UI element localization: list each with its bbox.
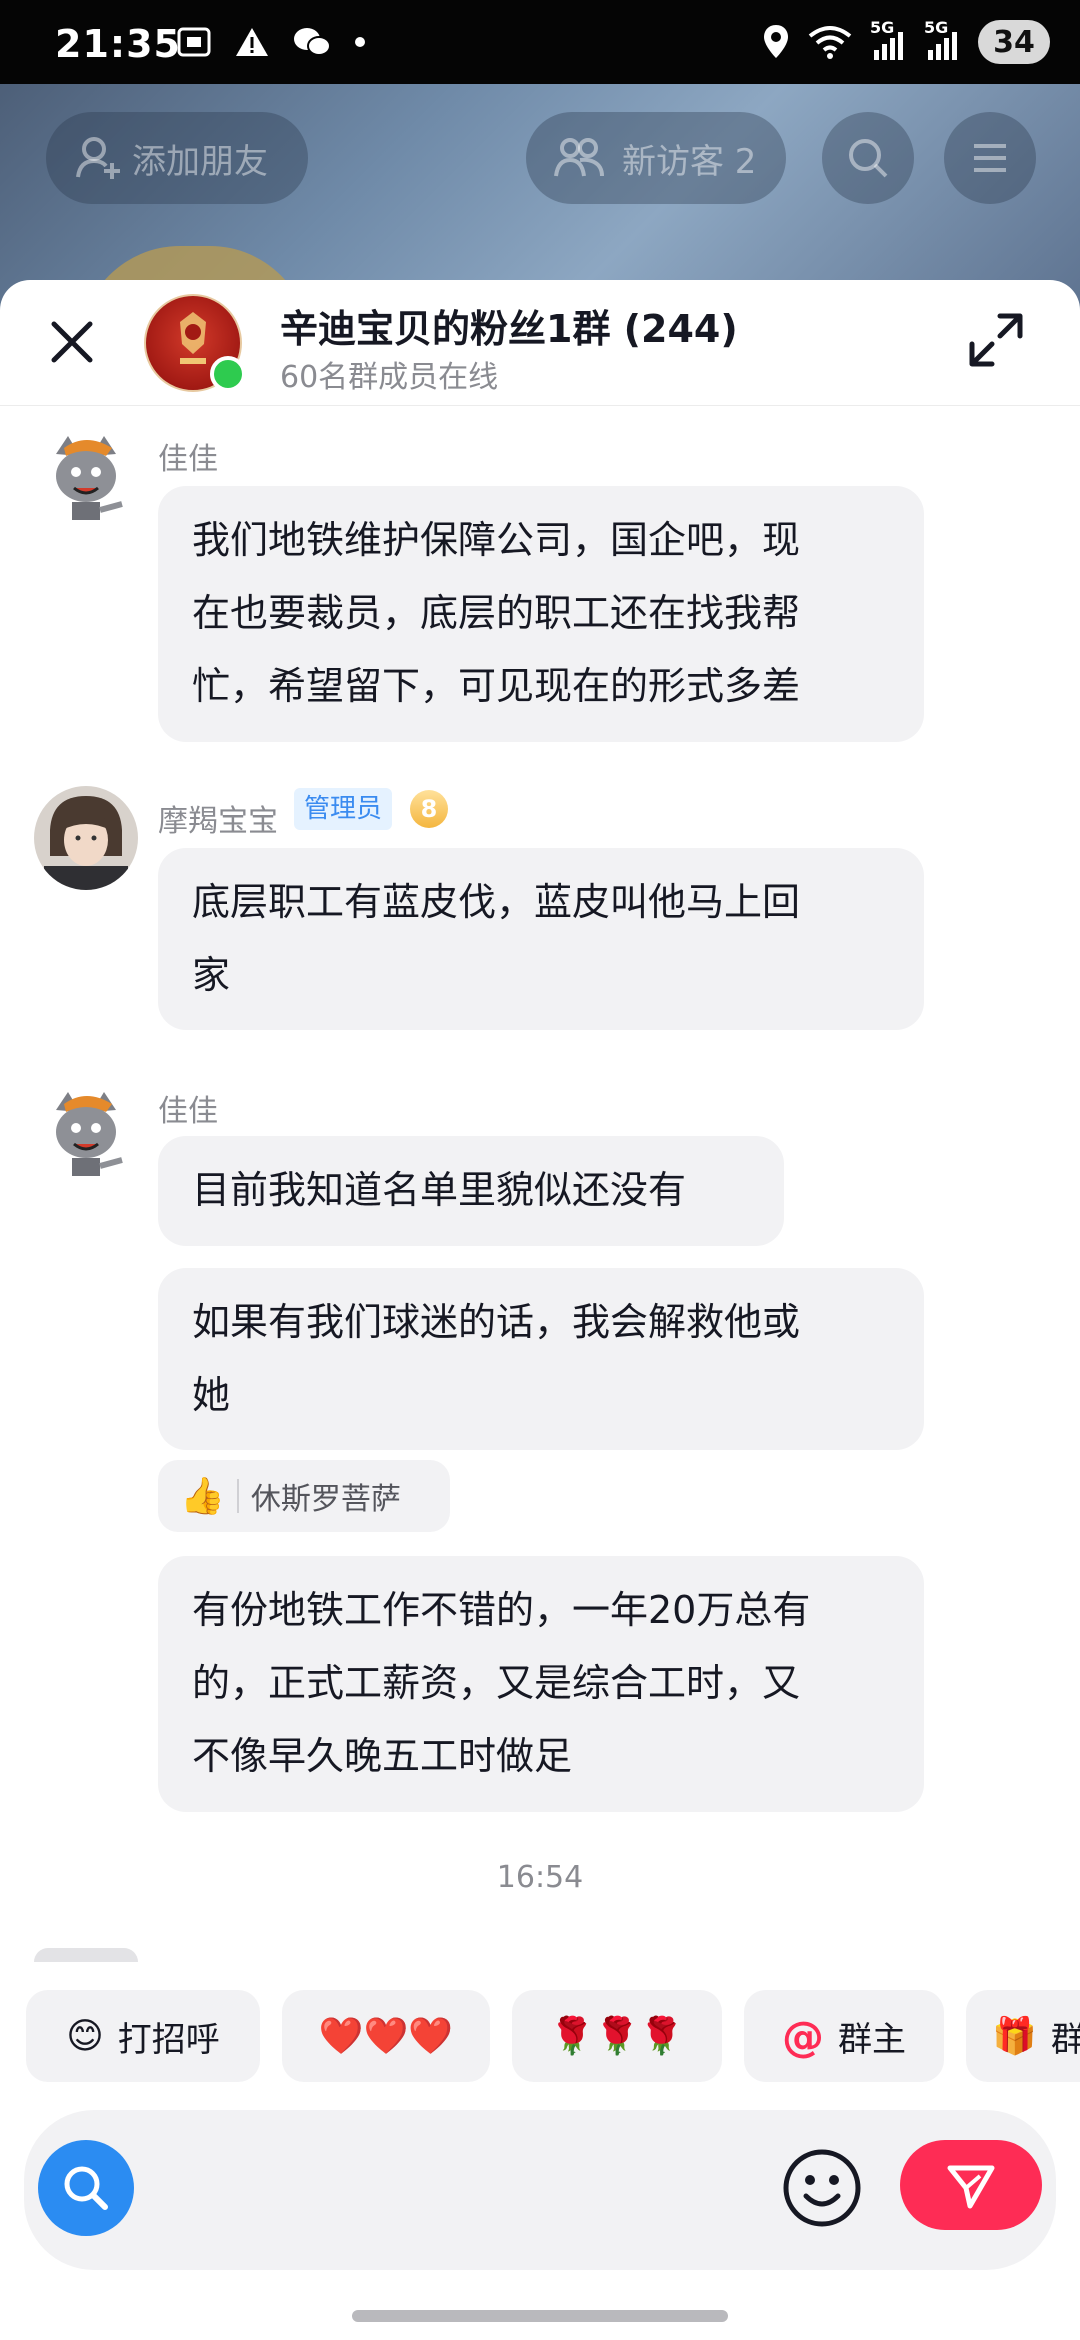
smile-wave-icon: 😊 bbox=[66, 2015, 104, 2057]
admin-badge: 管理员 bbox=[294, 788, 393, 830]
emoji-icon bbox=[783, 2149, 861, 2227]
cell-signal-1: 5G bbox=[870, 18, 906, 62]
add-friend-button: 添加朋友 bbox=[46, 112, 308, 204]
home-indicator[interactable] bbox=[352, 2310, 728, 2322]
quick-reply-label: 群 bbox=[1050, 2019, 1080, 2060]
message-line: 的，正式工薪资，又是综合工时，又 bbox=[192, 1661, 801, 1705]
gift-icon: 🎁 bbox=[992, 2016, 1037, 2057]
sender-name: 佳佳 bbox=[158, 442, 218, 477]
message-line: 如果有我们球迷的话，我会解救他或 bbox=[192, 1300, 801, 1344]
quick-reply-mention-owner[interactable]: @ 群主 bbox=[744, 1990, 944, 2082]
avatar[interactable] bbox=[34, 786, 138, 890]
search-icon bbox=[64, 2166, 108, 2210]
menu-icon bbox=[974, 144, 1006, 172]
partial-avatar bbox=[34, 1948, 138, 1962]
online-indicator bbox=[210, 356, 246, 392]
alert-icon bbox=[236, 28, 268, 56]
message-line: 她 bbox=[192, 1373, 231, 1417]
close-icon bbox=[51, 321, 93, 363]
message-line: 在也要裁员，底层的职工还在找我帮 bbox=[192, 591, 801, 635]
quick-reply-bar: 😊 打招呼 ❤️❤️❤️ 🌹🌹🌹 @ 群主 🎁 群 bbox=[0, 1990, 1080, 2082]
message-line: 我们地铁维护保障公司，国企吧，现 bbox=[192, 518, 801, 562]
status-right: 5G 5G 34 bbox=[762, 18, 1050, 64]
message-reaction[interactable]: 👍 休斯罗菩萨 bbox=[158, 1460, 450, 1532]
online-members-count: 60名群成员在线 bbox=[280, 360, 499, 395]
sender-name: 佳佳 bbox=[158, 1094, 218, 1129]
cell-signal-2: 5G bbox=[924, 18, 960, 62]
fan-level-badge: 8 bbox=[410, 790, 448, 828]
message-line: 忙，希望留下，可见现在的形式多差 bbox=[192, 664, 801, 708]
expand-button[interactable] bbox=[966, 310, 1026, 370]
search-icon bbox=[849, 139, 888, 178]
message-input-bar[interactable] bbox=[24, 2110, 1056, 2270]
quick-reply-more[interactable]: 🎁 群 bbox=[966, 1990, 1080, 2082]
quick-reply-label: 群主 bbox=[838, 2019, 906, 2060]
quick-reply-hearts[interactable]: ❤️❤️❤️ bbox=[282, 1990, 490, 2082]
location-icon bbox=[764, 25, 788, 58]
signal-label-2: 5G bbox=[924, 18, 949, 37]
message-bubble[interactable]: 底层职工有蓝皮伐，蓝皮叫他马上回 家 bbox=[158, 848, 924, 1030]
sender-name: 摩羯宝宝 bbox=[158, 804, 278, 839]
expand-icon bbox=[969, 313, 1023, 367]
message-timestamp: 16:54 bbox=[496, 1860, 584, 1895]
background-menu-button bbox=[944, 112, 1036, 204]
signal-label-1: 5G bbox=[870, 18, 895, 37]
battery-indicator: 34 bbox=[978, 20, 1050, 64]
screenshot-icon bbox=[177, 27, 211, 57]
quick-reply-label: 打招呼 bbox=[117, 2019, 220, 2060]
quick-reply-greet[interactable]: 😊 打招呼 bbox=[26, 1990, 260, 2082]
reaction-user-name: 休斯罗菩萨 bbox=[250, 1482, 401, 1517]
wechat-icon bbox=[294, 28, 331, 56]
status-left-icons bbox=[176, 26, 366, 58]
grey-wolf-avatar-icon bbox=[34, 1080, 138, 1184]
roses-icon: 🌹🌹🌹 bbox=[549, 2016, 685, 2057]
reaction-divider bbox=[236, 1479, 239, 1513]
chat-header: 辛迪宝贝的粉丝1群 (244) 60名群成员在线 bbox=[0, 280, 1080, 406]
close-button[interactable] bbox=[40, 310, 104, 374]
message-line: 有份地铁工作不错的，一年20万总有 bbox=[192, 1588, 811, 1632]
message-bubble[interactable]: 我们地铁维护保障公司，国企吧，现 在也要裁员，底层的职工还在找我帮 忙，希望留下… bbox=[158, 486, 924, 742]
notification-dot-icon bbox=[355, 37, 365, 47]
status-time: 21:35 bbox=[55, 22, 181, 66]
send-icon bbox=[947, 2165, 995, 2209]
new-visitors-label: 新访客 2 bbox=[622, 141, 757, 182]
status-bar: 21:35 5G 5G 34 bbox=[0, 0, 1080, 84]
user-photo-avatar bbox=[34, 786, 138, 890]
avatar[interactable] bbox=[34, 424, 138, 528]
emoji-button[interactable] bbox=[780, 2146, 864, 2230]
message-bubble[interactable]: 目前我知道名单里貌似还没有 bbox=[158, 1136, 784, 1246]
group-title[interactable]: 辛迪宝贝的粉丝1群 (244) bbox=[280, 298, 738, 353]
message-line: 家 bbox=[192, 953, 231, 997]
thumbs-up-icon: 👍 bbox=[180, 1476, 225, 1517]
wifi-icon bbox=[808, 26, 852, 59]
add-friend-label: 添加朋友 bbox=[132, 141, 268, 182]
message-line: 目前我知道名单里貌似还没有 bbox=[192, 1168, 687, 1212]
quick-reply-roses[interactable]: 🌹🌹🌹 bbox=[512, 1990, 722, 2082]
at-icon: @ bbox=[782, 2011, 824, 2061]
visitors-icon bbox=[554, 138, 604, 177]
message-bubble[interactable]: 有份地铁工作不错的，一年20万总有 的，正式工薪资，又是综合工时，又 不像早久晚… bbox=[158, 1556, 924, 1812]
background-search-button bbox=[822, 112, 914, 204]
hearts-icon: ❤️❤️❤️ bbox=[318, 2016, 454, 2057]
new-visitors-button: 新访客 2 bbox=[526, 112, 786, 204]
add-user-icon bbox=[76, 137, 120, 179]
send-button[interactable] bbox=[900, 2140, 1042, 2230]
avatar[interactable] bbox=[34, 1080, 138, 1184]
search-button[interactable] bbox=[38, 2140, 134, 2236]
message-line: 底层职工有蓝皮伐，蓝皮叫他马上回 bbox=[192, 880, 801, 924]
message-line: 不像早久晚五工时做足 bbox=[192, 1734, 573, 1778]
grey-wolf-avatar-icon bbox=[34, 424, 138, 528]
message-bubble[interactable]: 如果有我们球迷的话，我会解救他或 她 bbox=[158, 1268, 924, 1450]
